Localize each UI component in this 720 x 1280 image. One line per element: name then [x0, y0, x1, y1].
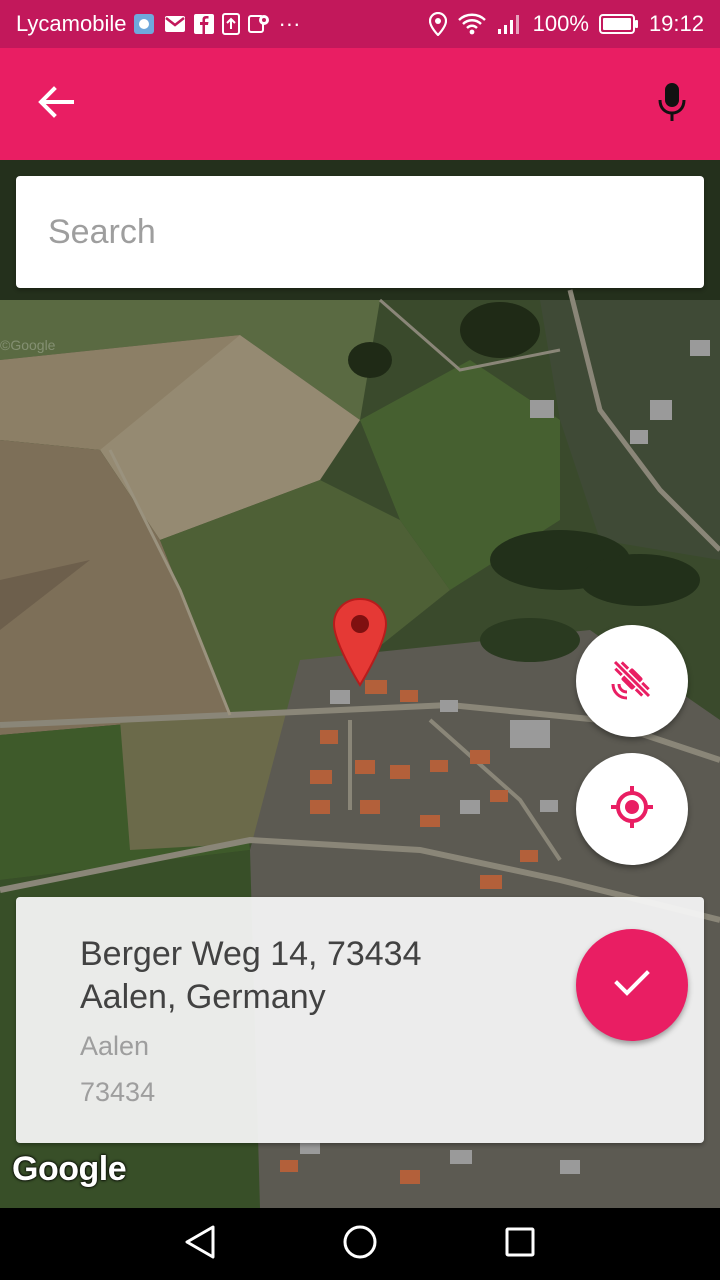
nav-recents-icon [504, 1226, 536, 1263]
signal-icon [497, 13, 523, 35]
facebook-icon [194, 14, 215, 34]
location-icon [428, 12, 447, 36]
address-line-2: Aalen, Germany [80, 978, 326, 1016]
app-notification-icon [132, 12, 156, 36]
satellite-off-icon [609, 656, 655, 707]
check-icon [612, 967, 652, 1004]
voice-search-button[interactable] [640, 76, 704, 132]
location-marker[interactable] [332, 597, 388, 687]
nav-home-button[interactable] [324, 1208, 396, 1280]
svg-text:©Google: ©Google [0, 337, 56, 353]
satellite-toggle-button[interactable] [576, 625, 688, 737]
more-notifications-label: ··· [278, 11, 301, 36]
wifi-icon [457, 12, 487, 36]
app-bar [0, 48, 720, 160]
search-input[interactable] [48, 212, 704, 252]
microphone-icon [657, 82, 687, 127]
google-attribution: Google [12, 1150, 127, 1188]
location-share-icon [248, 13, 270, 35]
address-postal-code: 73434 [80, 1077, 156, 1107]
system-navigation-bar [0, 1208, 720, 1280]
my-location-button[interactable] [576, 753, 688, 865]
carrier-label: Lycamobile [16, 11, 127, 36]
search-box[interactable] [16, 176, 704, 288]
address-line-1: Berger Weg 14, 73434 [80, 935, 422, 973]
confirm-location-button[interactable] [576, 929, 688, 1041]
clock: 19:12 [648, 11, 704, 36]
nav-back-button[interactable] [164, 1208, 236, 1280]
system-indicators: 100% 19:12 [428, 11, 704, 37]
nav-back-icon [183, 1224, 217, 1265]
nav-home-icon [342, 1224, 378, 1265]
status-bar: Lycamobile ··· 100% 19:12 [0, 0, 720, 48]
battery-icon [598, 13, 639, 35]
my-location-icon [609, 784, 655, 835]
upload-icon [222, 13, 241, 35]
map-pin-icon [332, 597, 388, 691]
back-button[interactable] [24, 76, 88, 132]
arrow-back-icon [38, 85, 74, 123]
notification-icons: ··· [132, 11, 300, 37]
mail-icon [164, 15, 186, 33]
address-city: Aalen [80, 1031, 150, 1061]
battery-percent: 100% [532, 11, 589, 36]
nav-recents-button[interactable] [484, 1208, 556, 1280]
